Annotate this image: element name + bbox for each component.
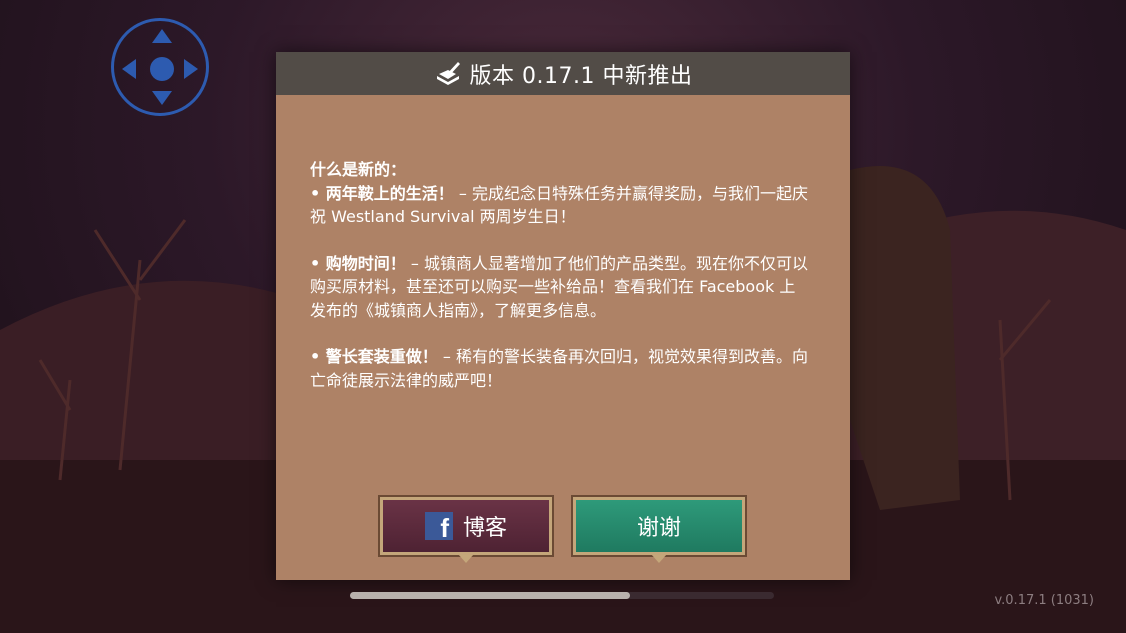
blog-button[interactable]: f 博客 [378, 495, 554, 563]
note-item: • 警长套装重做！ – 稀有的警长装备再次回归，视觉效果得到改善。向亡命徒展示法… [310, 345, 810, 392]
patch-notes: 什么是新的： • 两年鞍上的生活！ – 完成纪念日特殊任务并赢得奖励，与我们一起… [310, 158, 810, 415]
note-item: • 两年鞍上的生活！ – 完成纪念日特殊任务并赢得奖励，与我们一起庆祝 West… [310, 182, 810, 229]
note-item-title: • 两年鞍上的生活！ [310, 183, 454, 203]
book-quill-icon [436, 61, 460, 85]
notes-heading: 什么是新的： [310, 160, 407, 179]
whats-new-dialog: 版本 0.17.1 中新推出 什么是新的： • 两年鞍上的生活！ – 完成纪念日… [276, 52, 850, 580]
thanks-button[interactable]: 谢谢 [571, 495, 747, 563]
dpad-left-arrow-icon [122, 59, 136, 79]
dpad-center-knob [150, 57, 174, 81]
facebook-icon: f [424, 512, 453, 540]
thanks-button-label: 谢谢 [636, 516, 681, 541]
version-label: v.0.17.1 (1031) [994, 593, 1094, 608]
dialog-header: 版本 0.17.1 中新推出 [276, 52, 850, 95]
dialog-title: 版本 0.17.1 中新推出 [469, 63, 693, 89]
note-item-title: • 购物时间！ [310, 253, 406, 273]
loading-progress-fill [350, 592, 630, 599]
virtual-joystick[interactable] [111, 18, 209, 116]
dpad-right-arrow-icon [184, 59, 198, 79]
loading-progress-bar [350, 592, 774, 599]
note-item: • 购物时间！ – 城镇商人显著增加了他们的产品类型。现在你不仅可以购买原材料，… [310, 252, 810, 323]
note-item-title: • 警长套装重做！ [310, 347, 438, 366]
dpad-up-arrow-icon [152, 29, 172, 43]
dpad-down-arrow-icon [152, 91, 172, 105]
blog-button-label: 博客 [462, 516, 507, 541]
